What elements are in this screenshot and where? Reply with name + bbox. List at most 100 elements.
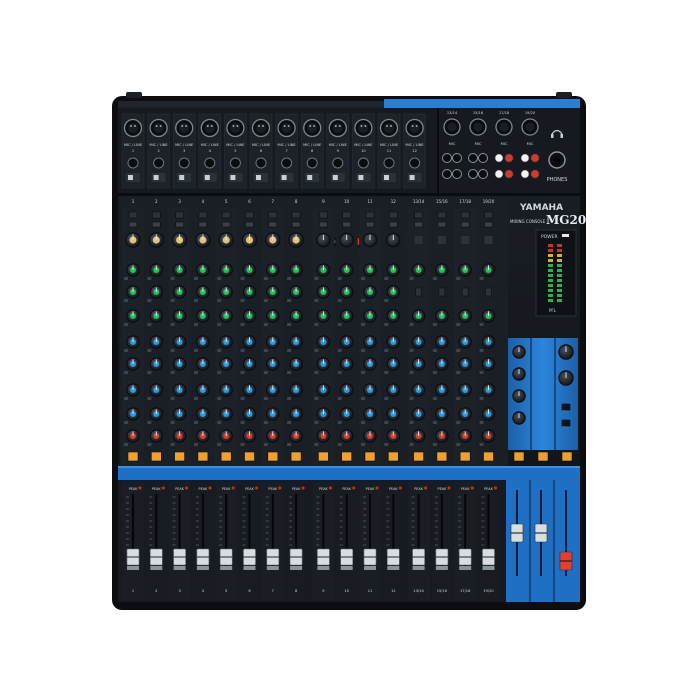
eq-knob[interactable] — [219, 263, 233, 277]
channel-on-button[interactable] — [413, 451, 424, 462]
aux-knob[interactable] — [289, 383, 303, 397]
aux-knob[interactable] — [340, 335, 354, 349]
eq-knob[interactable] — [242, 263, 257, 277]
aux-knob[interactable] — [411, 335, 426, 349]
channel-fader[interactable] — [458, 548, 472, 570]
master-aux-knob[interactable] — [512, 367, 526, 381]
eq-knob[interactable] — [196, 263, 210, 277]
eq-knob[interactable] — [172, 309, 187, 323]
pad-switch[interactable] — [365, 221, 375, 228]
stereo-switch[interactable] — [415, 287, 422, 297]
eq-knob[interactable] — [458, 309, 472, 323]
master-aux-knob[interactable] — [512, 389, 526, 403]
hpf-switch[interactable] — [291, 211, 301, 219]
aux-knob[interactable] — [316, 407, 331, 421]
channel-fader[interactable] — [363, 548, 377, 570]
phones-jack[interactable] — [548, 151, 566, 169]
eq-knob[interactable] — [266, 263, 280, 277]
pad-switch[interactable] — [414, 221, 423, 228]
aux-knob[interactable] — [481, 383, 496, 397]
aux-knob[interactable] — [386, 357, 400, 371]
hpf-switch[interactable] — [175, 211, 184, 219]
eq-knob[interactable] — [289, 309, 303, 323]
aux-knob[interactable] — [266, 407, 280, 421]
eq-knob[interactable] — [219, 309, 233, 323]
aux-knob[interactable] — [126, 383, 140, 397]
master-switch[interactable] — [561, 419, 571, 427]
master-fader[interactable] — [559, 551, 573, 571]
master-on-button[interactable] — [537, 451, 549, 462]
aux-knob[interactable] — [172, 335, 187, 349]
pad-switch[interactable] — [342, 221, 352, 228]
channel-fader[interactable] — [219, 548, 233, 570]
channel-fader[interactable] — [435, 548, 449, 570]
aux-knob[interactable] — [242, 335, 257, 349]
eq-knob[interactable] — [126, 309, 140, 323]
aux-knob[interactable] — [481, 335, 496, 349]
aux-knob[interactable] — [289, 407, 303, 421]
stereo-level-switch[interactable] — [461, 236, 470, 244]
eq-knob[interactable] — [289, 285, 303, 299]
eq-knob[interactable] — [435, 263, 449, 277]
pad-switch[interactable] — [460, 221, 470, 228]
eq-knob[interactable] — [481, 263, 496, 277]
gain-knob[interactable] — [362, 232, 378, 248]
channel-on-button[interactable] — [127, 451, 139, 462]
eq-knob[interactable] — [149, 263, 163, 277]
channel-fader[interactable] — [289, 548, 303, 570]
pad-switch[interactable] — [319, 221, 328, 228]
eq-knob[interactable] — [316, 285, 331, 299]
channel-on-button[interactable] — [290, 451, 302, 462]
eq-knob[interactable] — [363, 285, 377, 299]
eq-knob[interactable] — [266, 285, 280, 299]
channel-fader[interactable] — [126, 548, 140, 570]
aux-knob[interactable] — [340, 407, 354, 421]
aux-knob[interactable] — [316, 383, 331, 397]
hpf-switch[interactable] — [319, 211, 328, 219]
aux-knob[interactable] — [411, 357, 426, 371]
mono-input-jack[interactable]: MIC / LINE 2 — [147, 113, 170, 189]
pan-knob[interactable] — [316, 429, 331, 443]
gain-knob[interactable] — [288, 232, 304, 248]
aux-knob[interactable] — [149, 335, 163, 349]
pan-knob[interactable] — [411, 429, 426, 443]
pan-knob[interactable] — [458, 429, 472, 443]
channel-on-button[interactable] — [267, 451, 279, 462]
eq-knob[interactable] — [386, 309, 400, 323]
eq-knob[interactable] — [316, 263, 331, 277]
aux-knob[interactable] — [340, 357, 354, 371]
hpf-switch[interactable] — [388, 211, 398, 219]
aux-knob[interactable] — [363, 335, 377, 349]
hpf-switch[interactable] — [268, 211, 278, 219]
eq-knob[interactable] — [266, 309, 280, 323]
hpf-switch[interactable] — [152, 211, 161, 219]
pan-knob[interactable] — [340, 429, 354, 443]
gain-knob[interactable] — [195, 232, 211, 248]
channel-fader[interactable] — [340, 548, 354, 570]
aux-knob[interactable] — [172, 383, 187, 397]
aux-knob[interactable] — [149, 357, 163, 371]
aux-knob[interactable] — [196, 357, 210, 371]
gain-knob[interactable] — [125, 232, 141, 248]
pan-knob[interactable] — [481, 429, 496, 443]
aux-knob[interactable] — [458, 407, 472, 421]
aux-knob[interactable] — [266, 335, 280, 349]
channel-on-button[interactable] — [244, 451, 255, 462]
hpf-switch[interactable] — [221, 211, 231, 219]
mono-input-jack[interactable]: MIC / LINE 10 — [352, 113, 375, 189]
eq-knob[interactable] — [340, 263, 354, 277]
mono-input-jack[interactable]: MIC / LINE6 — [249, 113, 273, 189]
stereo-level-switch[interactable] — [437, 236, 446, 244]
pan-knob[interactable] — [172, 429, 187, 443]
pan-knob[interactable] — [126, 429, 140, 443]
aux-knob[interactable] — [481, 407, 496, 421]
aux-knob[interactable] — [242, 383, 257, 397]
aux-knob[interactable] — [219, 383, 233, 397]
eq-knob[interactable] — [340, 285, 354, 299]
aux-knob[interactable] — [411, 407, 426, 421]
channel-on-button[interactable] — [318, 451, 329, 462]
channel-fader[interactable] — [386, 548, 400, 570]
aux-knob[interactable] — [126, 407, 140, 421]
aux-knob[interactable] — [266, 383, 280, 397]
aux-knob[interactable] — [196, 407, 210, 421]
